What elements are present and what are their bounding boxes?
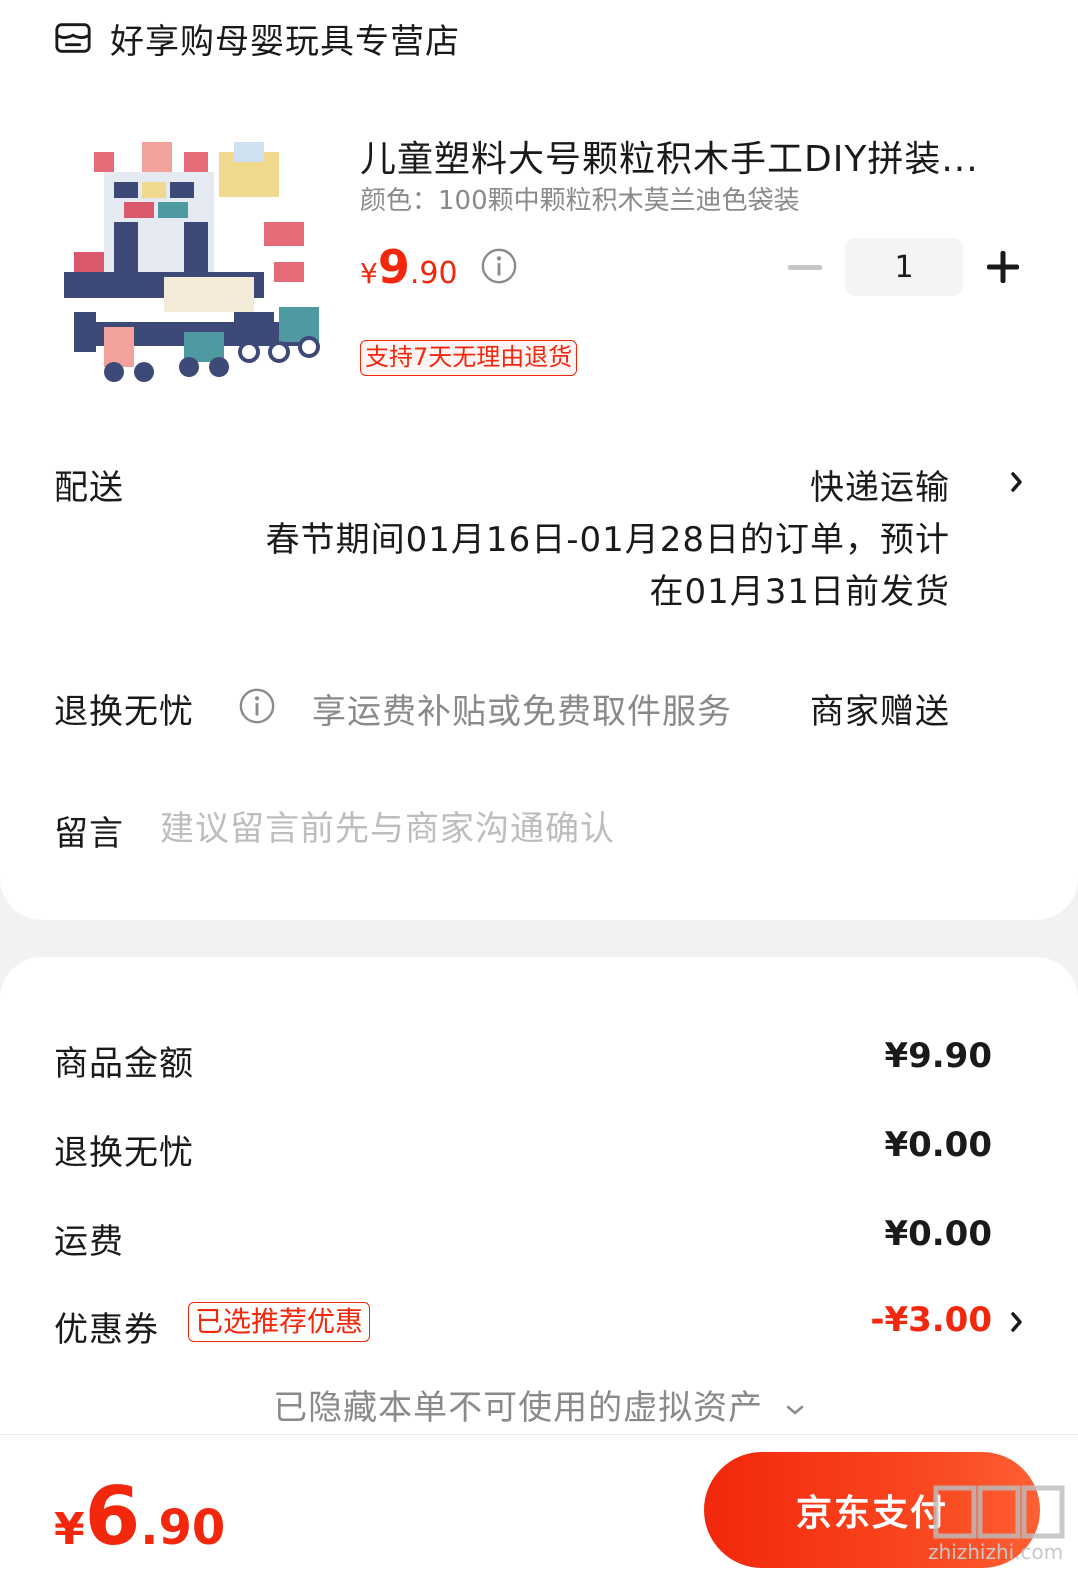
message-input[interactable]: [160, 804, 1020, 854]
store-icon: [55, 23, 91, 53]
coupon-label: 优惠券: [54, 1310, 159, 1350]
plus-icon: [987, 251, 1019, 283]
return-service-desc: 享运费补贴或免费取件服务: [312, 692, 732, 732]
return-info-icon[interactable]: [238, 687, 276, 725]
store-name: 好享购母婴玩具专营店: [110, 21, 460, 62]
shipping-chevron-icon[interactable]: [1010, 470, 1024, 494]
return-policy-tag: 支持7天无理由退货: [360, 340, 578, 376]
coupon-value[interactable]: -¥3.00: [870, 1300, 992, 1340]
goods-amount-value: ¥9.90: [884, 1036, 992, 1076]
total-decimal: .90: [140, 1500, 226, 1556]
product-spec[interactable]: 颜色：100颗中颗粒积木莫兰迪色袋装: [360, 180, 800, 217]
goods-amount-label: 商品金额: [54, 1044, 194, 1084]
product-title[interactable]: 儿童塑料大号颗粒积木手工DIY拼装...: [360, 130, 1010, 182]
product-price: ¥ 9 .90: [360, 240, 458, 294]
footer-divider: [0, 1434, 1078, 1435]
total-currency: ¥: [54, 1504, 85, 1555]
price-currency: ¥: [360, 257, 378, 290]
return-amount-label: 退换无忧: [54, 1133, 194, 1173]
quantity-field[interactable]: 1: [845, 238, 963, 296]
product-image[interactable]: [54, 122, 326, 392]
shipping-note-line2: 在01月31日前发货: [649, 572, 950, 612]
hidden-assets-text: 已隐藏本单不可使用的虚拟资产: [273, 1388, 764, 1428]
return-amount-value: ¥0.00: [884, 1125, 992, 1165]
coupon-chevron-icon[interactable]: [1010, 1310, 1024, 1334]
price-info-icon[interactable]: [480, 247, 518, 285]
return-service-gift: 商家赠送: [810, 692, 950, 732]
order-card: 好享购母婴玩具专营店 儿童塑料大号颗粒积木手工DIY拼装... 颜色：100颗中…: [0, 0, 1078, 920]
shipping-label: 配送: [54, 468, 124, 508]
freight-value: ¥0.00: [884, 1214, 992, 1254]
coupon-tag[interactable]: 已选推荐优惠: [188, 1302, 371, 1342]
quantity-increase-button[interactable]: [984, 248, 1022, 286]
store-header[interactable]: 好享购母婴玩具专营店: [54, 14, 460, 62]
total-integer: 6: [84, 1470, 141, 1563]
shipping-method[interactable]: 快递运输: [810, 460, 950, 509]
minus-icon: [788, 265, 822, 270]
return-service-label: 退换无忧: [54, 692, 194, 732]
price-integer: 9: [377, 240, 410, 294]
chevron-down-icon: [786, 1405, 804, 1415]
freight-label: 运费: [54, 1222, 124, 1262]
quantity-decrease-button[interactable]: [788, 250, 822, 286]
shipping-note: 春节期间01月16日-01月28日的订单，预计 在01月31日前发货: [210, 514, 950, 618]
shipping-note-line1: 春节期间01月16日-01月28日的订单，预计: [265, 520, 950, 560]
hidden-assets-toggle[interactable]: 已隐藏本单不可使用的虚拟资产: [0, 1380, 1078, 1429]
watermark-text: zhizhizhi.com: [928, 1540, 1064, 1564]
message-label: 留言: [54, 814, 124, 854]
total-price: ¥ 6 .90: [54, 1470, 225, 1563]
price-decimal: .90: [409, 256, 458, 291]
